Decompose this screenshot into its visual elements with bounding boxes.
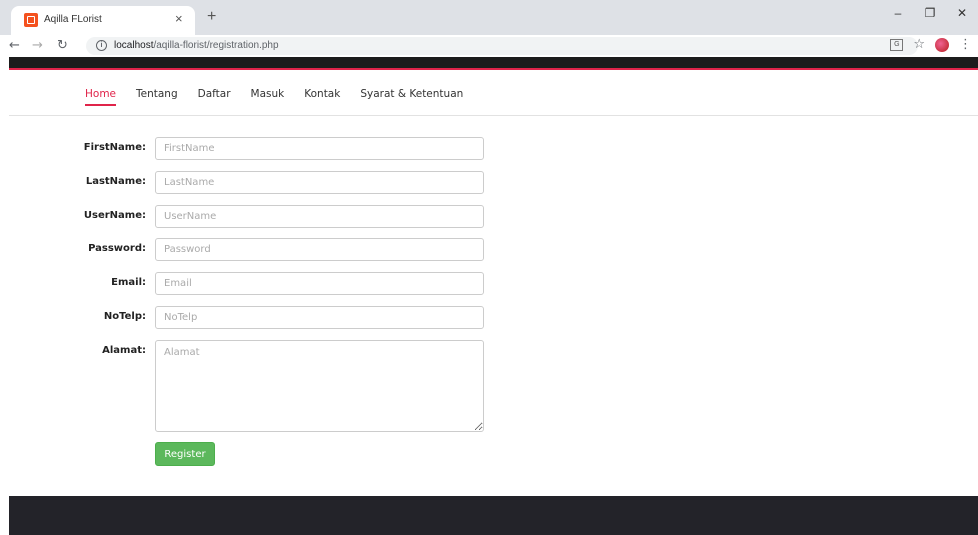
email-label: Email: <box>111 277 146 288</box>
nav-divider <box>9 115 978 116</box>
close-window-icon[interactable]: ✕ <box>946 0 978 26</box>
notelp-row: NoTelp: <box>70 306 490 329</box>
username-label: UserName: <box>83 210 146 221</box>
nav-item-tentang[interactable]: Tentang <box>136 88 178 106</box>
lastname-input[interactable] <box>155 171 484 194</box>
register-button[interactable]: Register <box>155 442 215 466</box>
translate-icon[interactable]: G <box>890 39 904 51</box>
alamat-row: Alamat: <box>70 340 490 432</box>
lastname-row: LastName: <box>70 171 490 194</box>
back-icon[interactable]: ← <box>9 38 20 54</box>
email-row: Email: <box>70 272 490 295</box>
username-row: UserName: <box>70 205 490 228</box>
nav-item-kontak[interactable]: Kontak <box>304 88 340 106</box>
url-text: localhost/aqilla-florist/registration.ph… <box>114 40 279 51</box>
restore-icon[interactable]: ❐ <box>914 0 946 26</box>
window-controls: – ❐ ✕ <box>882 0 978 26</box>
password-row: Password: <box>70 238 490 261</box>
nav-item-daftar[interactable]: Daftar <box>198 88 231 106</box>
forward-icon[interactable]: → <box>32 38 43 54</box>
extension-avatar-icon[interactable] <box>935 38 949 52</box>
password-input[interactable] <box>155 238 484 261</box>
alamat-label: Alamat: <box>102 345 146 356</box>
notelp-input[interactable] <box>155 306 484 329</box>
reload-icon[interactable]: ↻ <box>57 38 68 54</box>
firstname-row: FirstName: <box>70 137 490 160</box>
site-topbar <box>9 57 978 70</box>
notelp-label: NoTelp: <box>103 311 146 322</box>
browser-tab[interactable]: Aqilla FLorist × <box>11 6 195 35</box>
xampp-favicon-icon <box>24 13 38 27</box>
nav-item-masuk[interactable]: Masuk <box>251 88 285 106</box>
email-input[interactable] <box>155 272 484 295</box>
tab-title: Aqilla FLorist <box>44 14 102 25</box>
url-host: localhost <box>114 40 154 51</box>
url-field[interactable]: i localhost/aqilla-florist/registration.… <box>86 37 918 55</box>
lastname-label: LastName: <box>85 176 146 187</box>
main-nav: Home Tentang Daftar Masuk Kontak Syarat … <box>85 88 463 106</box>
tab-close-icon[interactable]: × <box>175 11 183 26</box>
alamat-textarea[interactable] <box>155 340 484 432</box>
bookmark-star-icon[interactable]: ☆ <box>913 38 925 52</box>
firstname-label: FirstName: <box>83 142 146 153</box>
username-input[interactable] <box>155 205 484 228</box>
new-tab-icon[interactable]: + <box>207 9 216 25</box>
menu-kebab-icon[interactable]: ⋮ <box>959 38 972 52</box>
info-icon[interactable]: i <box>96 40 107 51</box>
nav-item-home[interactable]: Home <box>85 88 117 106</box>
minimize-icon[interactable]: – <box>882 0 914 26</box>
site-footer <box>9 496 978 535</box>
password-label: Password: <box>88 243 146 254</box>
address-bar: ← → ↻ i localhost/aqilla-florist/registr… <box>0 35 978 57</box>
nav-item-syarat-ketentuan[interactable]: Syarat & Ketentuan <box>360 88 463 106</box>
url-path: /aqilla-florist/registration.php <box>153 40 279 51</box>
browser-tabstrip: Aqilla FLorist × + – ❐ ✕ <box>0 0 978 35</box>
firstname-input[interactable] <box>155 137 484 160</box>
toolbar-icons: G ☆ ⋮ <box>890 38 972 52</box>
